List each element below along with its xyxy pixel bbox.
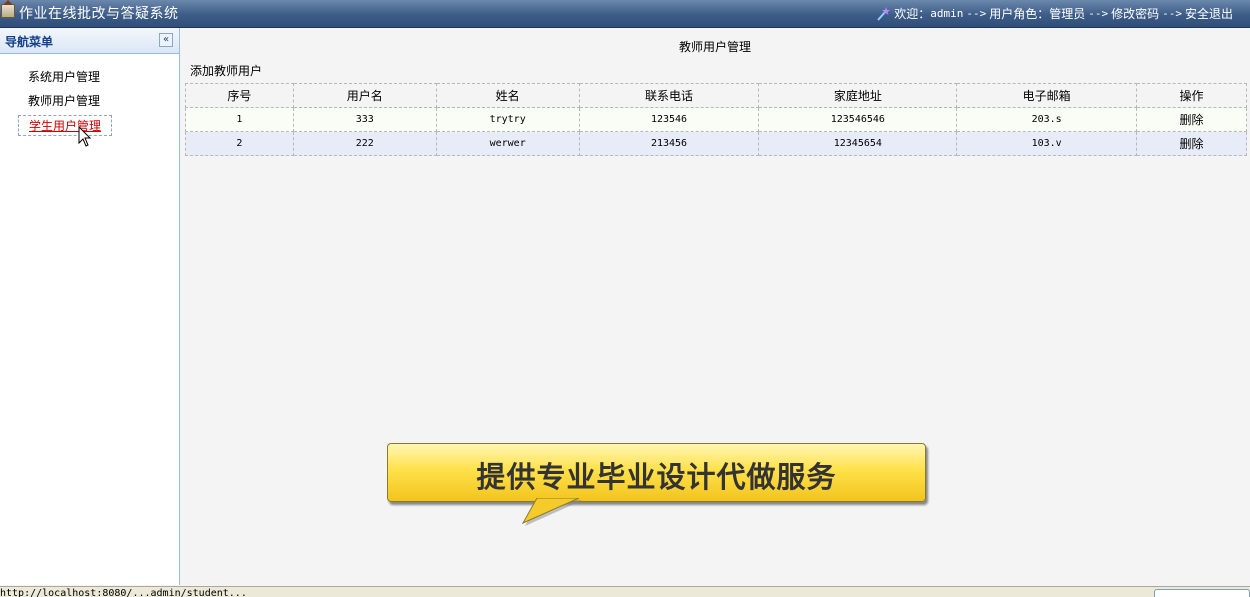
cell-address: 12345654 bbox=[758, 131, 958, 156]
column-header-action: 操作 bbox=[1136, 83, 1247, 108]
sidebar: 导航菜单 « 系统用户管理 教师用户管理 学生用户管理 bbox=[0, 28, 180, 585]
column-header-address: 家庭地址 bbox=[758, 83, 958, 108]
column-header-phone: 联系电话 bbox=[578, 83, 760, 108]
delete-link[interactable]: 删除 bbox=[1180, 137, 1204, 151]
user-bar: 欢迎： admin --> 用户角色：管理员 --> 修改密码 --> 安全退出 bbox=[876, 5, 1233, 22]
magic-wand-icon bbox=[876, 6, 891, 21]
sidebar-item-teacher-users[interactable]: 教师用户管理 bbox=[28, 92, 100, 109]
top-header: 作业在线批改与答疑系统 欢迎： admin --> 用户角色：管理员 --> 修… bbox=[0, 0, 1250, 28]
teacher-table: 序号 用户名 姓名 联系电话 家庭地址 电子邮箱 操作 1 333 trytry… bbox=[185, 83, 1247, 156]
logout-link[interactable]: 安全退出 bbox=[1185, 5, 1233, 22]
column-header-no: 序号 bbox=[185, 83, 294, 108]
column-header-name: 姓名 bbox=[435, 83, 580, 108]
cell-address: 123546546 bbox=[758, 107, 958, 132]
cell-username: 222 bbox=[292, 131, 437, 156]
callout-tail bbox=[521, 498, 581, 526]
username: admin bbox=[930, 7, 964, 20]
sidebar-header: 导航菜单 « bbox=[0, 28, 179, 54]
cell-username: 333 bbox=[292, 107, 437, 132]
table-row: 1 333 trytry 123546 123546546 203.s 删除 bbox=[185, 107, 1247, 132]
table-header-row: 序号 用户名 姓名 联系电话 家庭地址 电子邮箱 操作 bbox=[185, 83, 1247, 108]
cell-no: 1 bbox=[185, 107, 294, 132]
page-title: 教师用户管理 bbox=[678, 40, 751, 54]
promo-banner-text: 提供专业毕业设计代做服务 bbox=[476, 460, 837, 494]
table-row: 2 222 werwer 213456 12345654 103.v 删除 bbox=[185, 131, 1247, 156]
home-icon bbox=[1, 0, 15, 18]
sidebar-item-system-users[interactable]: 系统用户管理 bbox=[28, 68, 100, 85]
cell-name: trytry bbox=[435, 107, 580, 132]
change-password-link[interactable]: 修改密码 bbox=[1111, 5, 1159, 22]
app-title: 作业在线批改与答疑系统 bbox=[19, 6, 179, 22]
welcome-label: 欢迎： bbox=[894, 7, 931, 21]
sidebar-item-student-users[interactable]: 学生用户管理 bbox=[18, 115, 113, 136]
arrow-separator: --> bbox=[1088, 7, 1109, 20]
status-bar: http://localhost:8080/...admin/student..… bbox=[0, 586, 1250, 597]
cell-name: werwer bbox=[435, 131, 580, 156]
delete-link[interactable]: 删除 bbox=[1180, 113, 1204, 127]
promo-banner: 提供专业毕业设计代做服务 bbox=[387, 443, 926, 502]
cell-email: 203.s bbox=[956, 107, 1138, 132]
role-text: 用户角色：管理员 bbox=[989, 7, 1086, 21]
cell-phone: 123546 bbox=[578, 107, 760, 132]
mouse-cursor-icon bbox=[78, 126, 92, 147]
sidebar-title: 导航菜单 bbox=[5, 35, 54, 49]
cell-email: 103.v bbox=[956, 131, 1138, 156]
arrow-separator: --> bbox=[966, 7, 987, 20]
arrow-separator: --> bbox=[1162, 7, 1182, 20]
cell-no: 2 bbox=[185, 131, 294, 156]
column-header-email: 电子邮箱 bbox=[956, 83, 1138, 108]
add-teacher-link[interactable]: 添加教师用户 bbox=[190, 62, 262, 79]
collapse-icon[interactable]: « bbox=[159, 33, 173, 47]
cell-phone: 213456 bbox=[578, 131, 760, 156]
column-header-username: 用户名 bbox=[292, 83, 437, 108]
